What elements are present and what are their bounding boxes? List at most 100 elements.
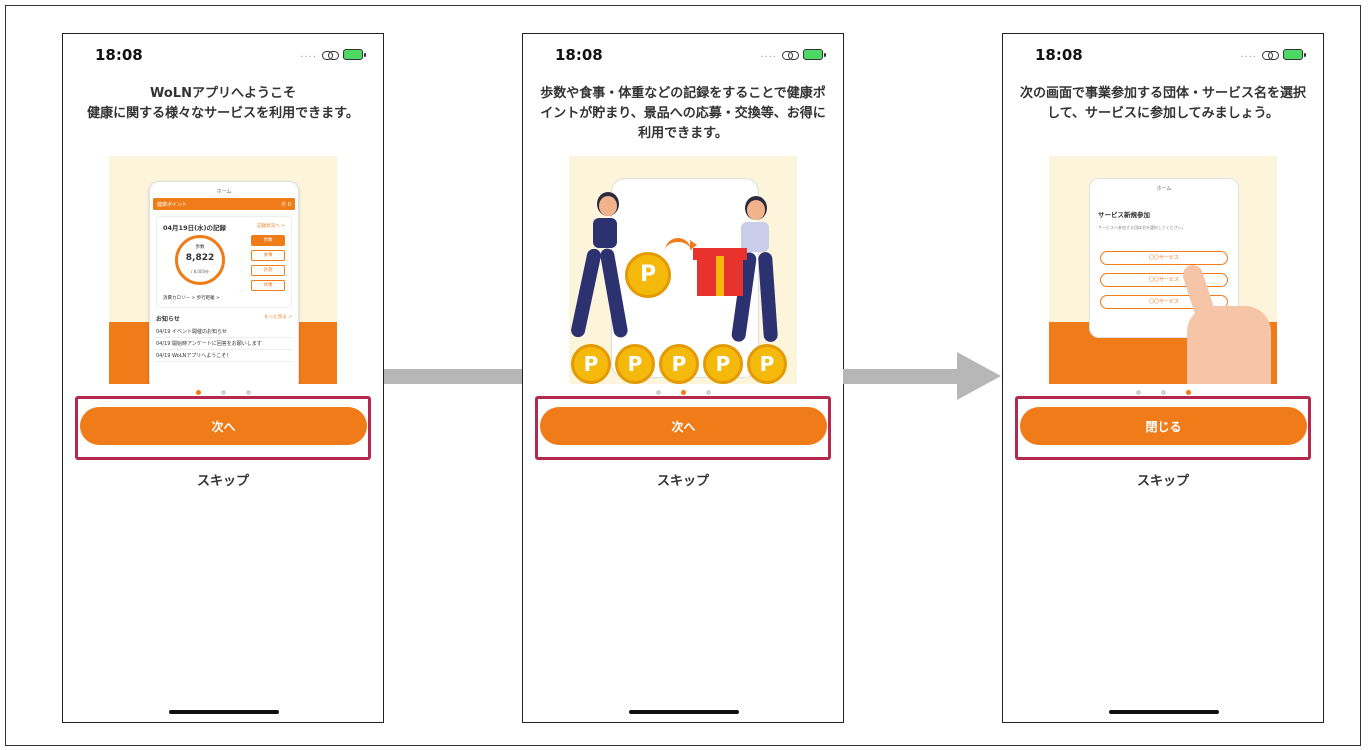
mock-button-measure: 計測	[251, 265, 285, 276]
page-dot	[680, 390, 686, 395]
skip-link[interactable]: スキップ	[63, 470, 383, 489]
mock-record-title: 04月19日(水)の記録	[163, 224, 227, 232]
battery-icon	[343, 49, 366, 60]
next-button[interactable]: 次へ	[80, 407, 367, 445]
intro-line-3: 利用できます。	[638, 126, 728, 141]
coin-icon: P	[659, 344, 699, 384]
coin-icon: P	[571, 344, 611, 384]
intro-line-2: イントが貯まり、景品への応募・交換等、お得に	[540, 106, 826, 121]
status-bar: 18:08 ....	[1003, 46, 1323, 68]
status-time: 18:08	[1035, 46, 1083, 64]
signal-icon: ....	[760, 49, 777, 60]
mock-news-title: お知らせ	[156, 316, 180, 323]
onboarding-screen-2: 18:08 .... 歩数や食事・体重などの記録をすることで健康ポ イントが貯ま…	[522, 33, 844, 723]
mock-button-steps: 歩数	[251, 235, 285, 246]
signal-icon: ....	[1240, 49, 1257, 60]
coin-icon: P	[747, 344, 787, 384]
mock-points-value: Ⓟ 0	[281, 202, 291, 208]
battery-icon	[803, 49, 826, 60]
mock-record-link: 記録状況へ >	[257, 224, 285, 229]
woman-left-leg	[569, 247, 603, 339]
page-dot	[1135, 390, 1141, 395]
page-dot	[1185, 390, 1191, 395]
mock-step-ring: 歩数 8,822 / 8,000歩	[175, 235, 225, 285]
mock-steps-value: 8,822	[185, 253, 215, 263]
intro-line-1: 次の画面で事業参加する団体・サービス名を選択	[1019, 86, 1306, 101]
mock-header: ホーム	[1156, 186, 1172, 192]
woman-right-leg	[757, 251, 779, 343]
intro-line-1: WoLNアプリへようこそ	[150, 86, 296, 101]
home-indicator	[1109, 710, 1219, 714]
onboarding-screen-1: 18:08 .... WoLNアプリへようこそ 健康に関する様々なサービスを利用…	[62, 33, 384, 723]
intro-line-1: 歩数や食事・体重などの記録をすることで健康ポ	[540, 86, 826, 101]
mock-calorie-text: 消費カロリー > 歩行距離 >	[163, 296, 220, 301]
page-dot	[1160, 390, 1166, 395]
intro-text: 次の画面で事業参加する団体・サービス名を選択 して、サービスに参加してみましょう…	[1015, 84, 1311, 124]
mock-news-row: 04/19 イベント開催のお知らせ	[156, 326, 292, 338]
next-button[interactable]: 次へ	[540, 407, 827, 445]
intro-line-2: して、サービスに参加してみましょう。	[1047, 106, 1279, 121]
intro-text: 歩数や食事・体重などの記録をすることで健康ポ イントが貯まり、景品への応募・交換…	[535, 84, 831, 144]
coin-icon: P	[615, 344, 655, 384]
status-time: 18:08	[555, 46, 603, 64]
mock-service-option: 〇〇サービス	[1100, 273, 1228, 287]
status-icons: ....	[300, 49, 366, 60]
mock-news-row: 04/19 WoLNアプリへようこそ！	[156, 350, 292, 362]
page-indicator	[523, 390, 843, 395]
link-icon	[782, 50, 799, 60]
mock-news: お知らせ もっと見る > 04/19 イベント開催のお知らせ 04/19 開始時…	[156, 314, 292, 362]
page-dot	[705, 390, 711, 395]
intro-line-2: 健康に関する様々なサービスを利用できます。	[87, 106, 359, 121]
page-indicator	[63, 390, 383, 395]
coin-icon: P	[703, 344, 743, 384]
mock-service-subtitle: サービスへ参加する団体名を選択してください。	[1098, 225, 1186, 230]
intro-text: WoLNアプリへようこそ 健康に関する様々なサービスを利用できます。	[75, 84, 371, 124]
page-dot	[245, 390, 251, 395]
status-bar: 18:08 ....	[63, 46, 383, 68]
status-time: 18:08	[95, 46, 143, 64]
hand-icon	[1187, 306, 1271, 384]
battery-icon	[1283, 49, 1306, 60]
status-bar: 18:08 ....	[523, 46, 843, 68]
woman-left-top	[593, 218, 617, 248]
mock-record-card: 04月19日(水)の記録 記録状況へ > 歩数 8,822 / 8,000歩 歩…	[156, 216, 292, 308]
mock-phone: ホーム 健康ポイント Ⓟ 0 04月19日(水)の記録 記録状況へ > 歩数 8…	[149, 181, 299, 384]
flow-arrow	[843, 369, 959, 384]
page-dot	[220, 390, 226, 395]
mock-header: ホーム	[216, 189, 232, 195]
mock-service-title: サービス新規参加	[1098, 211, 1150, 219]
close-button[interactable]: 閉じる	[1020, 407, 1307, 445]
signal-icon: ....	[300, 49, 317, 60]
flow-arrow	[384, 369, 522, 384]
app-home-illustration: ホーム 健康ポイント Ⓟ 0 04月19日(水)の記録 記録状況へ > 歩数 8…	[109, 156, 337, 384]
woman-right-face	[747, 200, 765, 220]
mock-steps-goal: / 8,000歩	[190, 269, 210, 274]
points-reward-illustration: P P P P P P	[569, 156, 797, 384]
service-select-illustration: ホーム サービス新規参加 サービスへ参加する団体名を選択してください。 〇〇サー…	[1049, 156, 1277, 384]
gift-icon	[697, 256, 743, 296]
mock-steps-label: 歩数	[195, 245, 205, 250]
mock-points-bar: 健康ポイント Ⓟ 0	[153, 198, 295, 210]
mock-news-row: 04/19 開始時アンケートに回答をお願いします	[156, 338, 292, 350]
skip-link[interactable]: スキップ	[523, 470, 843, 489]
woman-left-face	[599, 196, 617, 216]
onboarding-screen-3: 18:08 .... 次の画面で事業参加する団体・サービス名を選択 して、サービ…	[1002, 33, 1324, 723]
mock-button-weight: 体重	[251, 280, 285, 291]
page-indicator	[1003, 390, 1323, 395]
home-indicator	[169, 710, 279, 714]
mock-news-more: もっと見る >	[264, 315, 292, 320]
mock-points-label: 健康ポイント	[157, 202, 188, 208]
skip-link[interactable]: スキップ	[1003, 470, 1323, 489]
flow-arrow-head	[957, 352, 1001, 400]
status-icons: ....	[760, 49, 826, 60]
mock-button-meal: 食事	[251, 250, 285, 261]
link-icon	[1262, 50, 1279, 60]
status-icons: ....	[1240, 49, 1306, 60]
point-coin-icon: P	[625, 252, 671, 298]
home-indicator	[629, 710, 739, 714]
mock-service-option: 〇〇サービス	[1100, 251, 1228, 265]
mock-news-header: お知らせ もっと見る >	[156, 314, 292, 323]
link-icon	[322, 50, 339, 60]
page-dot	[655, 390, 661, 395]
page-dot	[195, 390, 201, 395]
